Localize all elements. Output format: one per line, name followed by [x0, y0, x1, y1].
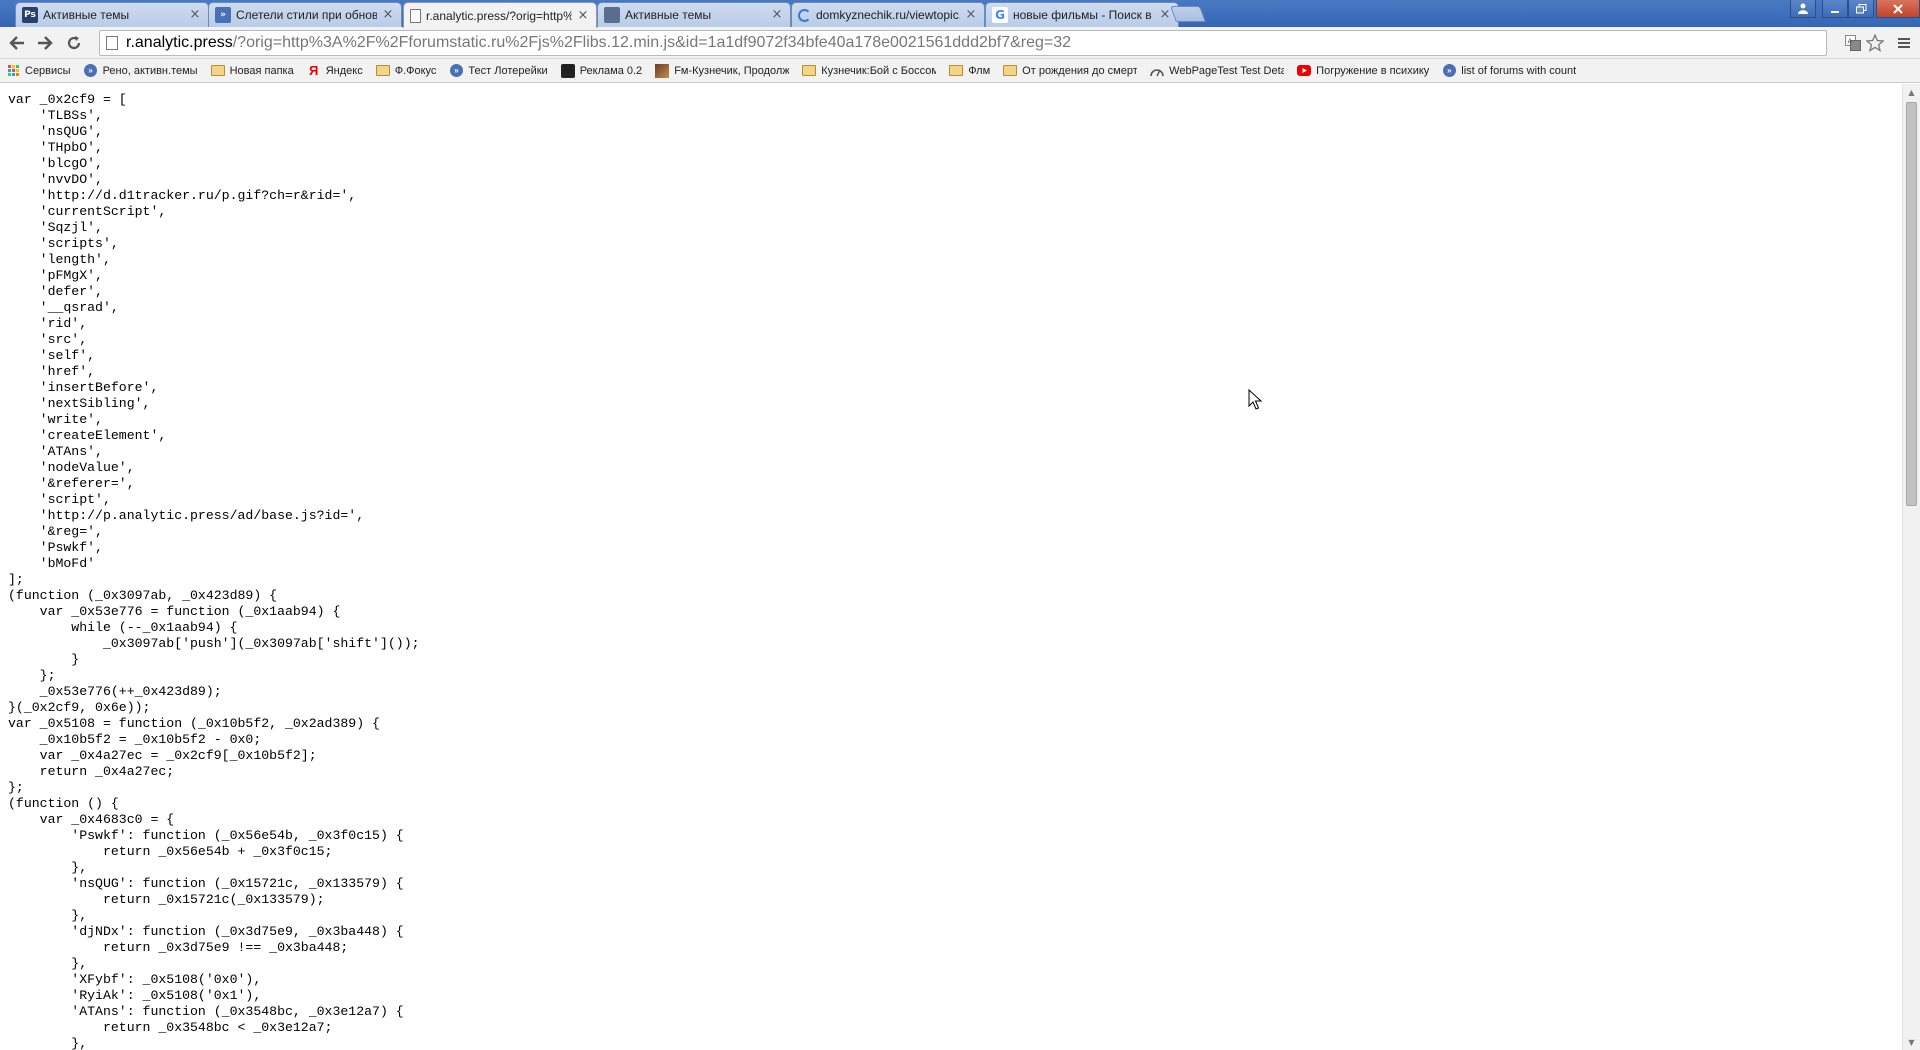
bookmark-item[interactable]: Fм-Кузнечик, Продолж — [655, 63, 790, 78]
image-site-icon — [655, 63, 670, 78]
mouse-cursor-icon — [1248, 389, 1263, 410]
tab-close-icon[interactable]: × — [770, 8, 784, 22]
tab-title: Активные темы — [625, 8, 712, 22]
tab-strip: Ps Активные темы × » Слетели стили при обнов… — [0, 0, 1920, 28]
tab-close-icon[interactable]: × — [1158, 8, 1172, 22]
page-icon — [410, 8, 421, 23]
bookmark-star-icon[interactable] — [1864, 32, 1886, 54]
youtube-icon — [1297, 64, 1312, 78]
bookmark-label: От рождения до смерт — [1022, 64, 1138, 77]
tab-title: domkyznechik.ru/viewtopic.p — [816, 8, 960, 22]
source-code-text: var _0x2cf9 = [ 'TLBSs', 'nsQUG', 'THpbO… — [8, 92, 420, 1050]
dark-site-icon — [560, 63, 575, 78]
bookmark-item[interactable]: » list of forums with count — [1442, 64, 1576, 78]
translate-icon[interactable]: A — [1842, 32, 1864, 54]
browser-tab[interactable]: r.analytic.press/?orig=http% × — [403, 2, 597, 28]
url-path: /?orig=http%3A%2F%2Fforumstatic.ru%2Fjs%… — [232, 34, 1072, 51]
bookmark-item[interactable]: WebPageTest Test Deta — [1150, 64, 1284, 78]
bookmark-item[interactable]: Ф.Фокус — [375, 64, 437, 78]
new-tab-button[interactable] — [1170, 6, 1206, 22]
tab-title: Активные темы — [43, 8, 130, 22]
svg-text:A: A — [1848, 38, 1853, 46]
speedometer-icon — [1150, 64, 1164, 78]
folder-icon — [375, 64, 390, 78]
browser-tab[interactable]: Активные темы × — [597, 2, 791, 27]
bookmark-item[interactable]: Кузнечик:Бой с Боссом — [802, 64, 936, 78]
yandex-icon: Я — [309, 63, 319, 78]
bookmark-item[interactable]: » Рено, активн.темы — [84, 64, 198, 78]
bookmark-label: Сервисы — [25, 64, 71, 77]
bookmark-item[interactable]: Погружение в психику — [1297, 64, 1429, 78]
scroll-thumb[interactable] — [1906, 102, 1917, 506]
loading-icon — [798, 8, 811, 22]
vertical-scrollbar[interactable]: ▲ ▼ — [1902, 84, 1920, 1050]
tab-title: Слетели стили при обновл — [236, 8, 377, 22]
forum-icon: » — [1442, 64, 1456, 78]
bookmark-item[interactable]: Я Яндекс — [307, 64, 363, 78]
browser-tab[interactable]: » Слетели стили при обновл × — [208, 2, 402, 27]
bookmarks-bar: Сервисы » Рено, активн.темы Новая папка Я Янд… — [0, 59, 1920, 83]
browser-tab[interactable]: Ps Активные темы × — [15, 2, 209, 27]
bookmark-label: Яндекс — [325, 64, 363, 77]
scroll-up-arrow-icon[interactable]: ▲ — [1903, 84, 1920, 100]
arrow-right-icon — [38, 36, 53, 50]
bookmark-item[interactable]: Новая папка — [210, 64, 294, 78]
bookmark-label: Fм-Кузнечик, Продолж — [674, 64, 790, 77]
folder-icon — [1003, 64, 1018, 78]
bookmark-item[interactable]: От рождения до смерт — [1003, 64, 1137, 78]
google-icon: G — [992, 7, 1008, 23]
tab-close-icon[interactable]: × — [381, 8, 395, 22]
forum-icon: » — [215, 7, 231, 23]
folder-icon — [210, 64, 225, 78]
reload-icon — [67, 36, 81, 50]
bookmark-item[interactable]: Флм — [949, 64, 990, 78]
scroll-down-arrow-icon[interactable]: ▼ — [1903, 1034, 1920, 1050]
address-bar[interactable]: r.analytic.press/?orig=http%3A%2F%2Fforu… — [99, 30, 1827, 56]
bookmark-label: Рено, активн.темы — [102, 64, 198, 77]
back-button[interactable] — [6, 32, 28, 54]
bookmark-label: WebPageTest Test Deta — [1169, 64, 1285, 77]
url-host: r.analytic.press — [126, 34, 233, 51]
minimize-window-button[interactable] — [1822, 0, 1848, 18]
bookmark-label: Реклама 0.2 — [579, 64, 643, 77]
tab-close-icon[interactable]: × — [576, 8, 590, 23]
bookmark-label: Кузнечик:Бой с Боссом — [821, 64, 937, 77]
tab-title: r.analytic.press/?orig=http% — [426, 8, 572, 23]
forum-image-icon — [604, 7, 620, 23]
browser-tab[interactable]: Gновые фильмы - Поиск в Go × — [985, 2, 1179, 27]
browser-tab[interactable]: domkyznechik.ru/viewtopic.p × — [791, 2, 985, 27]
bookmark-label: Тест Лотерейки — [468, 64, 548, 77]
tab-title: новые фильмы - Поиск в Go — [1013, 8, 1154, 22]
forward-button[interactable] — [34, 32, 56, 54]
bookmark-item[interactable]: » Тест Лотерейки — [449, 64, 548, 78]
bookmark-label: Флм — [968, 64, 991, 77]
bookmark-label: Новая папка — [229, 64, 294, 77]
forum-icon: » — [84, 64, 98, 78]
folder-icon — [802, 64, 817, 78]
bookmark-item[interactable]: Реклама 0.2 — [560, 63, 643, 78]
folder-icon — [949, 64, 964, 78]
tab-close-icon[interactable]: × — [188, 8, 202, 22]
photoshop-icon: Ps — [22, 7, 38, 23]
arrow-left-icon — [9, 36, 24, 50]
reload-button[interactable] — [63, 32, 85, 54]
user-profile-icon[interactable] — [1790, 0, 1816, 18]
apps-icon — [6, 64, 20, 78]
forum-icon: » — [449, 64, 463, 78]
bookmark-label: Погружение в психику — [1316, 64, 1430, 77]
close-window-button[interactable] — [1876, 0, 1920, 18]
page-content: var _0x2cf9 = [ 'TLBSs', 'nsQUG', 'THpbO… — [0, 84, 1902, 1050]
restore-window-button[interactable] — [1848, 0, 1874, 18]
bookmark-label: Ф.Фокус — [394, 64, 437, 77]
bookmark-item[interactable]: Сервисы — [6, 64, 71, 78]
page-icon — [106, 36, 118, 50]
bookmark-label: list of forums with count — [1461, 64, 1577, 77]
tab-close-icon[interactable]: × — [964, 8, 978, 22]
browser-toolbar: r.analytic.press/?orig=http%3A%2F%2Fforu… — [0, 27, 1920, 59]
menu-icon[interactable] — [1893, 32, 1915, 54]
